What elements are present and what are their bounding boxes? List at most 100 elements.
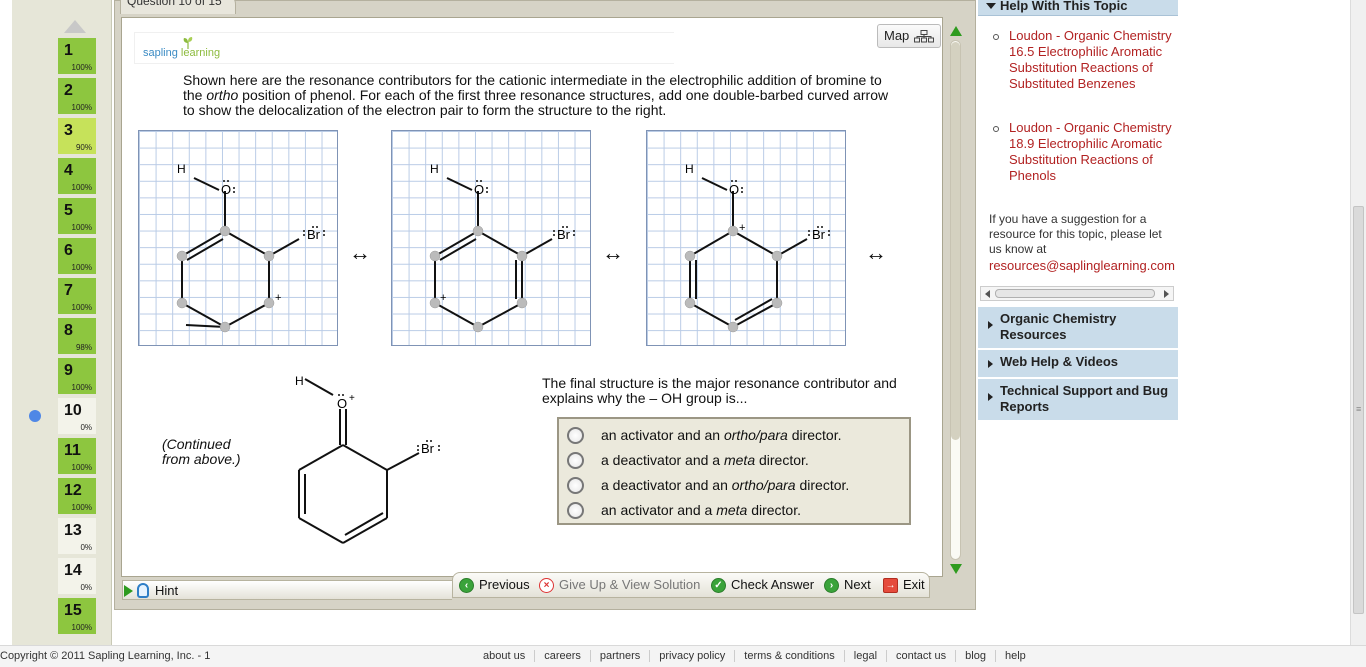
footer-link-privacy-policy[interactable]: privacy policy <box>650 650 736 662</box>
arrow-left-icon: ‹ <box>459 578 474 593</box>
question-nav-item-8[interactable]: 8 98% <box>58 318 96 356</box>
resonance-structure-1[interactable]: H O Br + <box>138 130 338 346</box>
br-atom-label: Br <box>557 227 571 242</box>
check-icon: ✓ <box>711 578 726 593</box>
question-text: The final structure is the major resonan… <box>542 375 897 406</box>
help-link-loudon-18-9[interactable]: Loudon - Organic Chemistry 18.9 Electrop… <box>1009 120 1174 184</box>
question-score: 90% <box>75 143 92 152</box>
help-sidebar: Help With This Topic Loudon - Organic Ch… <box>978 0 1178 420</box>
question-nav-item-10[interactable]: 10 0% <box>58 398 96 436</box>
radio-button[interactable] <box>567 427 584 444</box>
question-nav-item-7[interactable]: 7 100% <box>58 278 96 316</box>
positive-charge-label: + <box>275 292 281 304</box>
footer-link-contact-us[interactable]: contact us <box>887 650 957 662</box>
page-scrollbar[interactable]: ≡ <box>1350 0 1366 645</box>
radio-button[interactable] <box>567 477 584 494</box>
resonance-structure-2[interactable]: H O Br + <box>391 130 591 346</box>
question-score: 100% <box>71 223 92 232</box>
question-score: 100% <box>71 183 92 192</box>
logo-text: sapling learning <box>143 47 221 59</box>
bullet-icon <box>993 126 999 132</box>
question-nav-item-3[interactable]: 3 90% <box>58 118 96 156</box>
arrow-right-icon: › <box>824 578 839 593</box>
radio-button[interactable] <box>567 502 584 519</box>
section-organic-chemistry-resources[interactable]: Organic Chemistry Resources <box>978 306 1178 348</box>
current-question-indicator-icon <box>29 410 41 422</box>
content-scrollbar[interactable] <box>944 22 968 578</box>
choice-1[interactable]: an activator and an ortho/para director. <box>567 425 907 445</box>
choice-2[interactable]: a deactivator and a meta director. <box>567 450 907 470</box>
grip-icon: ≡ <box>1356 404 1362 414</box>
footer-link-terms[interactable]: terms & conditions <box>735 650 845 662</box>
question-nav-item-12[interactable]: 12 100% <box>58 478 96 516</box>
positive-charge-label: + <box>440 292 446 304</box>
collapse-icon <box>986 3 996 9</box>
scroll-down-icon[interactable] <box>950 564 962 574</box>
scroll-thumb[interactable] <box>995 289 1155 298</box>
positive-charge-label: + <box>739 222 745 234</box>
br-atom-label: Br <box>812 227 826 242</box>
question-nav-item-5[interactable]: 5 100% <box>58 198 96 236</box>
positive-charge-label: + <box>349 393 355 404</box>
scroll-thumb[interactable] <box>951 42 960 440</box>
help-horizontal-scrollbar[interactable] <box>980 286 1174 301</box>
question-score: 100% <box>71 623 92 632</box>
question-content: sapling learning Map Shown here are the … <box>121 17 943 577</box>
question-nav-item-15[interactable]: 15 100% <box>58 598 96 636</box>
question-nav-item-9[interactable]: 9 100% <box>58 358 96 396</box>
h-atom-label: H <box>177 162 186 176</box>
footer-link-legal[interactable]: legal <box>845 650 888 662</box>
question-nav-item-1[interactable]: 1 100% <box>58 38 96 76</box>
footer-link-partners[interactable]: partners <box>591 650 651 662</box>
radio-button[interactable] <box>567 452 584 469</box>
question-tab: Question 10 of 15 <box>120 0 236 14</box>
question-score: 100% <box>71 383 92 392</box>
expand-icon <box>988 321 993 329</box>
question-nav-item-4[interactable]: 4 100% <box>58 158 96 196</box>
footer-link-about-us[interactable]: about us <box>474 650 536 662</box>
nav-up-arrow-icon[interactable] <box>64 20 86 33</box>
question-nav-item-13[interactable]: 13 0% <box>58 518 96 556</box>
answer-choices: an activator and an ortho/para director.… <box>557 417 911 525</box>
question-nav: 1 100% 2 100% 3 90% 4 100% 5 100% 6 100% 7 100% 8 98% 9 1… <box>12 0 112 645</box>
scroll-up-icon[interactable] <box>950 26 962 36</box>
footer-link-help[interactable]: help <box>996 650 1035 662</box>
h-atom-label: H <box>685 162 694 176</box>
question-nav-item-14[interactable]: 14 0% <box>58 558 96 596</box>
footer-link-careers[interactable]: careers <box>535 650 591 662</box>
question-number: 3 <box>64 122 73 139</box>
scroll-right-icon[interactable] <box>1164 290 1169 298</box>
question-number: 5 <box>64 202 73 219</box>
question-score: 98% <box>75 343 92 352</box>
o-atom-label: O <box>221 182 231 197</box>
map-button[interactable]: Map <box>877 24 941 48</box>
footer-link-blog[interactable]: blog <box>956 650 996 662</box>
help-link-loudon-16-5[interactable]: Loudon - Organic Chemistry 16.5 Electrop… <box>1009 28 1174 92</box>
section-technical-support[interactable]: Technical Support and Bug Reports <box>978 378 1178 420</box>
question-nav-item-2[interactable]: 2 100% <box>58 78 96 116</box>
question-number: 9 <box>64 362 73 379</box>
continued-label: (Continued from above.) <box>162 436 241 467</box>
footer-links: about us careers partners privacy policy ter… <box>474 650 1035 662</box>
choice-3[interactable]: a deactivator and an ortho/para director… <box>567 475 907 495</box>
question-nav-item-6[interactable]: 6 100% <box>58 238 96 276</box>
question-score: 100% <box>71 103 92 112</box>
section-web-help-videos[interactable]: Web Help & Videos <box>978 349 1178 377</box>
question-number: 2 <box>64 82 73 99</box>
scroll-left-icon[interactable] <box>985 290 990 298</box>
choice-4[interactable]: an activator and a meta director. <box>567 500 907 520</box>
question-nav-item-11[interactable]: 11 100% <box>58 438 96 476</box>
hint-button[interactable]: Hint <box>122 580 452 600</box>
page: 1 100% 2 100% 3 90% 4 100% 5 100% 6 100% 7 100% 8 98% 9 1… <box>0 0 1366 667</box>
exit-icon: → <box>883 578 898 593</box>
question-score: 100% <box>71 303 92 312</box>
help-topic-header[interactable]: Help With This Topic <box>978 0 1178 16</box>
question-toolbar: ‹ Previous × Give Up & View Solution ✓ C… <box>452 572 930 598</box>
question-number: 8 <box>64 322 73 339</box>
question-score: 0% <box>80 583 92 592</box>
resonance-arrow-1: ↔ <box>349 240 371 265</box>
resonance-structure-3[interactable]: H O Br + <box>646 130 846 346</box>
suggestion-email-link[interactable]: resources@saplinglearning.com <box>989 258 1175 273</box>
close-icon: × <box>539 578 554 593</box>
map-icon <box>914 30 934 43</box>
